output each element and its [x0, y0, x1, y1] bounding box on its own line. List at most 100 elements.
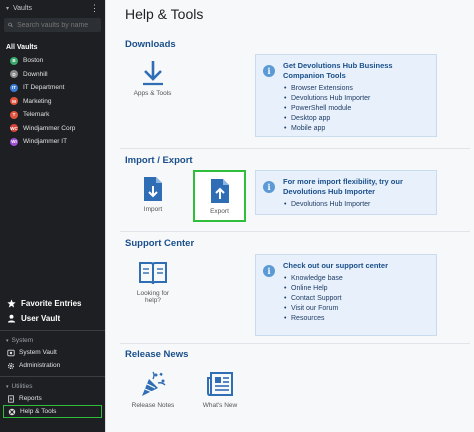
vault-avatar: B — [10, 56, 18, 65]
sidebar-bottom: Favorite Entries User Vault ▾ System Sys… — [0, 296, 105, 418]
import-export-section-title: Import / Export — [125, 155, 193, 166]
section-divider — [120, 231, 470, 232]
list-item[interactable]: Devolutions Hub Importer — [283, 200, 430, 210]
release-notes-tile[interactable]: Release Notes — [128, 370, 178, 409]
support-section-title: Support Center — [125, 238, 195, 249]
utilities-group[interactable]: ▾ Utilities — [0, 381, 105, 392]
vault-item-telemark[interactable]: T Telemark — [0, 108, 105, 122]
downloads-info-box: i Get Devolutions Hub Business Companion… — [255, 54, 437, 137]
whats-new-tile[interactable]: What's New — [198, 370, 242, 409]
chevron-down-icon: ▾ — [6, 383, 9, 390]
export-icon — [210, 178, 229, 203]
list-item[interactable]: Resources — [283, 314, 430, 324]
vault-item-it-department[interactable]: IT IT Department — [0, 81, 105, 95]
all-vaults-title: All Vaults — [6, 44, 38, 51]
export-label: Export — [210, 207, 229, 215]
favorite-entries-item[interactable]: Favorite Entries — [0, 296, 105, 311]
vault-item-marketing[interactable]: M Marketing — [0, 95, 105, 109]
report-icon — [8, 394, 14, 403]
vault-item-windjammer-it[interactable]: WI Windjammer IT — [0, 135, 105, 149]
utilities-group-label: Utilities — [11, 383, 33, 390]
search-input[interactable] — [17, 21, 97, 29]
section-divider — [120, 343, 470, 344]
user-vault-label: User Vault — [21, 314, 61, 323]
system-group[interactable]: ▾ System — [0, 335, 105, 346]
vault-label: Windjammer IT — [23, 138, 68, 146]
wrench-icon — [8, 408, 16, 415]
vault-search[interactable] — [4, 18, 101, 32]
page-title: Help & Tools — [125, 6, 204, 22]
vault-avatar: WC — [10, 124, 18, 133]
user-vault-item[interactable]: User Vault — [0, 311, 105, 326]
vault-item-downhill[interactable]: D Downhill — [0, 68, 105, 82]
sidebar: ▾ Vaults ⋮ All Vaults B Boston D Downhil… — [0, 0, 105, 432]
vault-list: B Boston D Downhill IT IT Department M M… — [0, 54, 105, 149]
info-icon: i — [263, 65, 275, 77]
support-info-box: i Check out our support center Knowledge… — [255, 254, 437, 336]
list-item[interactable]: Browser Extensions — [283, 84, 430, 94]
export-tile[interactable]: Export — [193, 170, 246, 222]
release-section-title: Release News — [125, 349, 189, 360]
list-item[interactable]: Devolutions Hub Importer — [283, 94, 430, 104]
release-notes-label: Release Notes — [131, 402, 175, 409]
gear-icon — [7, 362, 15, 369]
user-icon — [7, 314, 16, 323]
vault-avatar: M — [10, 97, 18, 106]
vault-label: Telemark — [23, 111, 50, 119]
party-popper-icon — [142, 371, 166, 396]
administration-item[interactable]: Administration — [0, 359, 105, 372]
support-label-line1: Looking for — [136, 290, 170, 297]
list-item[interactable]: Online Help — [283, 284, 430, 294]
download-icon — [142, 61, 163, 86]
divider — [0, 376, 105, 377]
vault-item-windjammer-corp[interactable]: WC Windjammer Corp — [0, 122, 105, 136]
apps-tools-label: Apps & Tools — [133, 90, 172, 97]
list-item[interactable]: Contact Support — [283, 294, 430, 304]
vault-label: Windjammer Corp — [23, 124, 76, 132]
vault-avatar: IT — [10, 83, 18, 92]
section-divider — [120, 148, 470, 149]
import-icon — [144, 177, 162, 201]
system-vault-item[interactable]: System Vault — [0, 346, 105, 359]
vaults-header-label: Vaults — [13, 4, 32, 12]
vaults-header[interactable]: ▾ Vaults ⋮ — [0, 0, 105, 16]
downloads-info-list: Browser Extensions Devolutions Hub Impor… — [283, 84, 430, 134]
support-info-title: Check out our support center — [283, 261, 389, 270]
system-group-label: System — [11, 337, 34, 344]
support-tile[interactable]: Looking for help? — [132, 260, 174, 304]
vault-label: Downhill — [23, 70, 48, 78]
search-icon — [8, 22, 13, 28]
chevron-down-icon: ▾ — [6, 5, 10, 12]
support-label-line2: help? — [145, 297, 161, 304]
vault-item-boston[interactable]: B Boston — [0, 54, 105, 68]
vault-avatar: WI — [10, 137, 18, 146]
list-item[interactable]: Desktop app — [283, 114, 430, 124]
vault-avatar: D — [10, 70, 18, 79]
book-icon — [139, 262, 167, 285]
help-tools-label: Help & Tools — [20, 408, 57, 415]
whats-new-label: What's New — [202, 402, 238, 409]
vault-label: IT Department — [23, 84, 65, 92]
import-label: Import — [143, 206, 163, 213]
apps-tools-tile[interactable]: Apps & Tools — [130, 60, 175, 97]
help-tools-item[interactable]: Help & Tools — [3, 405, 102, 418]
list-item[interactable]: Mobile app — [283, 124, 430, 134]
more-options-icon[interactable]: ⋮ — [90, 3, 99, 14]
info-icon: i — [263, 181, 275, 193]
list-item[interactable]: Visit our Forum — [283, 304, 430, 314]
vault-icon — [7, 349, 15, 356]
administration-label: Administration — [19, 362, 61, 369]
vault-label: Marketing — [23, 97, 52, 105]
import-info-title: For more import flexibility, try our Dev… — [283, 177, 403, 196]
import-tile[interactable]: Import — [136, 176, 170, 213]
support-info-list: Knowledge base Online Help Contact Suppo… — [283, 274, 430, 324]
reports-item[interactable]: Reports — [0, 392, 105, 405]
main-content: Help & Tools Downloads Apps & Tools i Ge… — [105, 0, 474, 432]
star-icon — [7, 299, 16, 308]
favorite-entries-label: Favorite Entries — [21, 299, 82, 308]
info-icon: i — [263, 265, 275, 277]
reports-label: Reports — [19, 395, 42, 402]
list-item[interactable]: Knowledge base — [283, 274, 430, 284]
list-item[interactable]: PowerShell module — [283, 104, 430, 114]
vault-label: Boston — [23, 57, 44, 65]
